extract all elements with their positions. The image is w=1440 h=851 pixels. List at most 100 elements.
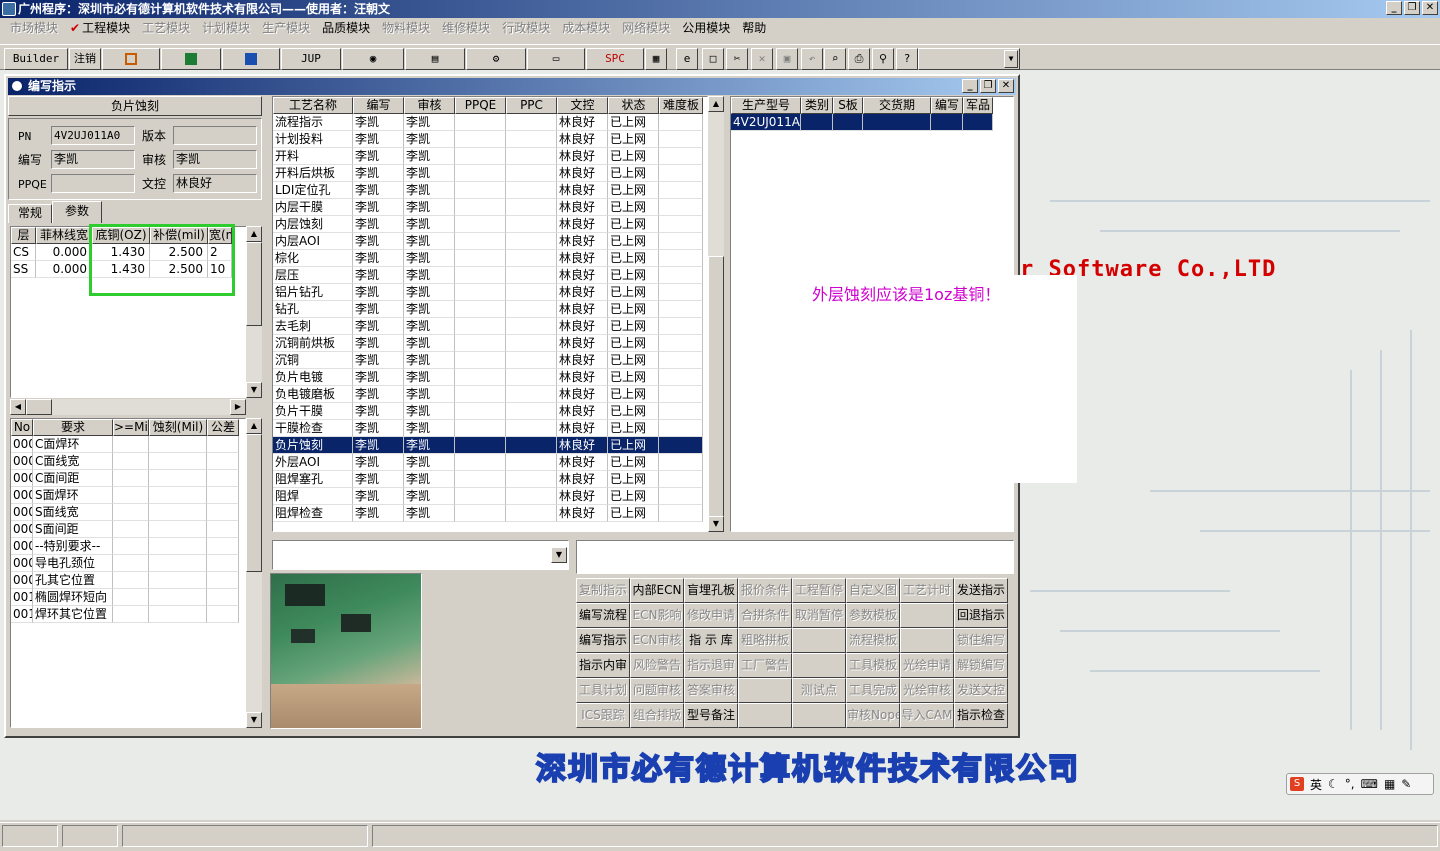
- spc-button[interactable]: SPC: [586, 48, 644, 70]
- action-button[interactable]: ICS跟踪: [576, 703, 630, 728]
- word-icon[interactable]: [222, 48, 280, 70]
- table-row[interactable]: 流程指示 李凯 李凯 林良好 已上网: [273, 114, 707, 131]
- action-button[interactable]: [900, 628, 954, 653]
- punct-icon[interactable]: °,: [1345, 777, 1355, 791]
- save-icon[interactable]: ▣: [776, 48, 798, 70]
- eye-icon[interactable]: ◉: [342, 48, 404, 70]
- scroll-up-icon[interactable]: ▲: [246, 226, 262, 242]
- network-icon[interactable]: ⚙: [466, 48, 526, 70]
- action-button[interactable]: 型号备注: [684, 703, 738, 728]
- table-row[interactable]: 负片干膜 李凯 李凯 林良好 已上网: [273, 403, 707, 420]
- action-button[interactable]: 解锁编写: [954, 653, 1008, 678]
- action-button[interactable]: 内部ECN: [630, 578, 684, 603]
- column-header[interactable]: No: [11, 419, 33, 436]
- action-button[interactable]: 合拼条件: [738, 603, 792, 628]
- undo-icon[interactable]: ↶: [801, 48, 823, 70]
- close-button[interactable]: ✕: [1422, 1, 1438, 15]
- menu-item-2[interactable]: 工艺模块: [136, 19, 196, 37]
- scroll-thumb[interactable]: [246, 242, 262, 326]
- tab-general[interactable]: 常规: [8, 204, 52, 223]
- action-button[interactable]: 复制指示: [576, 578, 630, 603]
- menu-item-6[interactable]: 物料模块: [376, 19, 436, 37]
- column-header[interactable]: 编写: [353, 97, 404, 114]
- ppt-icon[interactable]: [102, 48, 160, 70]
- column-header[interactable]: 文控: [557, 97, 608, 114]
- action-button[interactable]: 工艺计时: [900, 578, 954, 603]
- action-button[interactable]: 参数模板: [846, 603, 900, 628]
- action-button[interactable]: 审核Nope: [846, 703, 900, 728]
- menu-item-8[interactable]: 行政模块: [496, 19, 556, 37]
- memo-field[interactable]: [576, 540, 1014, 574]
- table-row[interactable]: 外层AOI 李凯 李凯 林良好 已上网: [273, 454, 707, 471]
- action-button[interactable]: 发送文控: [954, 678, 1008, 703]
- keyboard-icon[interactable]: ⌨: [1361, 777, 1378, 791]
- action-button[interactable]: 自定义图: [846, 578, 900, 603]
- doc-control-field[interactable]: 林良好: [173, 174, 257, 193]
- scroll-left-icon[interactable]: ◀: [10, 399, 26, 415]
- process-grid[interactable]: 工艺名称 编写 审核 PPQE PPC 文控 状态 难度板 流程指示 李凯 李凯 林良好 已上网 计划投料…: [272, 96, 708, 532]
- ime-toolbar[interactable]: S 英 ☾ °, ⌨ ▦ ✎: [1286, 773, 1434, 795]
- column-header[interactable]: 审核: [404, 97, 455, 114]
- column-header[interactable]: 生产型号: [731, 97, 801, 114]
- action-button[interactable]: 风险警告: [630, 653, 684, 678]
- action-button[interactable]: 工具模板: [846, 653, 900, 678]
- preview-icon[interactable]: ⌕: [824, 48, 846, 70]
- action-button[interactable]: [738, 703, 792, 728]
- scroll-right-icon[interactable]: ▶: [230, 399, 246, 415]
- action-button[interactable]: 工厂警告: [738, 653, 792, 678]
- action-button[interactable]: ECN影响: [630, 603, 684, 628]
- builder-button[interactable]: Builder: [4, 48, 68, 70]
- column-header[interactable]: 菲林线宽: [36, 227, 92, 244]
- column-header[interactable]: PPC: [506, 97, 557, 114]
- reviewer-field[interactable]: 李凯: [173, 150, 257, 169]
- hscroll-thumb[interactable]: [26, 399, 52, 415]
- action-button[interactable]: 回退指示: [954, 603, 1008, 628]
- action-button[interactable]: 指示内审: [576, 653, 630, 678]
- tab-params[interactable]: 参数: [52, 201, 102, 223]
- column-header[interactable]: >=Mil: [113, 419, 149, 436]
- table-row[interactable]: 内层蚀刻 李凯 李凯 林良好 已上网: [273, 216, 707, 233]
- menu-item-0[interactable]: 市场模块: [4, 19, 64, 37]
- table-row[interactable]: 棕化 李凯 李凯 林良好 已上网: [273, 250, 707, 267]
- scroll-down-icon[interactable]: ▼: [708, 516, 724, 532]
- table-row[interactable]: 沉铜前烘板 李凯 李凯 林良好 已上网: [273, 335, 707, 352]
- column-header[interactable]: 工艺名称: [273, 97, 353, 114]
- menu-item-1[interactable]: ✔ 工程模块: [64, 19, 136, 37]
- minimize-button[interactable]: _: [1386, 1, 1402, 15]
- ie-icon[interactable]: e: [676, 48, 698, 70]
- excel-icon[interactable]: [161, 48, 221, 70]
- table-row[interactable]: 000C面线宽: [11, 453, 245, 470]
- action-button[interactable]: 指 示 库: [684, 628, 738, 653]
- table-row[interactable]: 负片蚀刻 李凯 李凯 林良好 已上网: [273, 437, 707, 454]
- table-row[interactable]: 钻孔 李凯 李凯 林良好 已上网: [273, 301, 707, 318]
- action-button[interactable]: 工具计划: [576, 678, 630, 703]
- help-icon[interactable]: ?: [896, 48, 918, 70]
- child-close-button[interactable]: ✕: [998, 79, 1014, 93]
- table-row[interactable]: 去毛刺 李凯 李凯 林良好 已上网: [273, 318, 707, 335]
- pn-field[interactable]: 4V2UJ011A0: [51, 126, 135, 145]
- action-button[interactable]: 发送指示: [954, 578, 1008, 603]
- table-row[interactable]: 000--特别要求--: [11, 538, 245, 555]
- action-button[interactable]: 答案审核: [684, 678, 738, 703]
- table-row[interactable]: 阻焊 李凯 李凯 林良好 已上网: [273, 488, 707, 505]
- table-row[interactable]: 001椭圆焊环短向: [11, 589, 245, 606]
- param-vscroll[interactable]: ▲ ▼: [246, 226, 262, 398]
- action-button[interactable]: 光绘审核: [900, 678, 954, 703]
- column-header[interactable]: 类别: [801, 97, 833, 114]
- menu-item-12[interactable]: 帮助: [736, 19, 772, 37]
- action-button[interactable]: [792, 628, 846, 653]
- menu-item-3[interactable]: 计划模块: [196, 19, 256, 37]
- toolbar-dropdown[interactable]: ▼: [918, 48, 1020, 70]
- table-row[interactable]: 内层AOI 李凯 李凯 林良好 已上网: [273, 233, 707, 250]
- scroll-down-icon[interactable]: ▼: [246, 382, 262, 398]
- table-row[interactable]: 计划投料 李凯 李凯 林良好 已上网: [273, 131, 707, 148]
- action-button[interactable]: 工程暂停: [792, 578, 846, 603]
- table-row[interactable]: 4V2UJ011A0: [731, 114, 1013, 131]
- wrench-icon[interactable]: ✎: [1401, 777, 1411, 791]
- table-row[interactable]: 开料 李凯 李凯 林良好 已上网: [273, 148, 707, 165]
- column-header[interactable]: 交货期: [863, 97, 931, 114]
- scroll-up-icon[interactable]: ▲: [708, 96, 724, 112]
- action-button[interactable]: 指示退审: [684, 653, 738, 678]
- menu-item-4[interactable]: 生产模块: [256, 19, 316, 37]
- table-row[interactable]: 阻焊检查 李凯 李凯 林良好 已上网: [273, 505, 707, 522]
